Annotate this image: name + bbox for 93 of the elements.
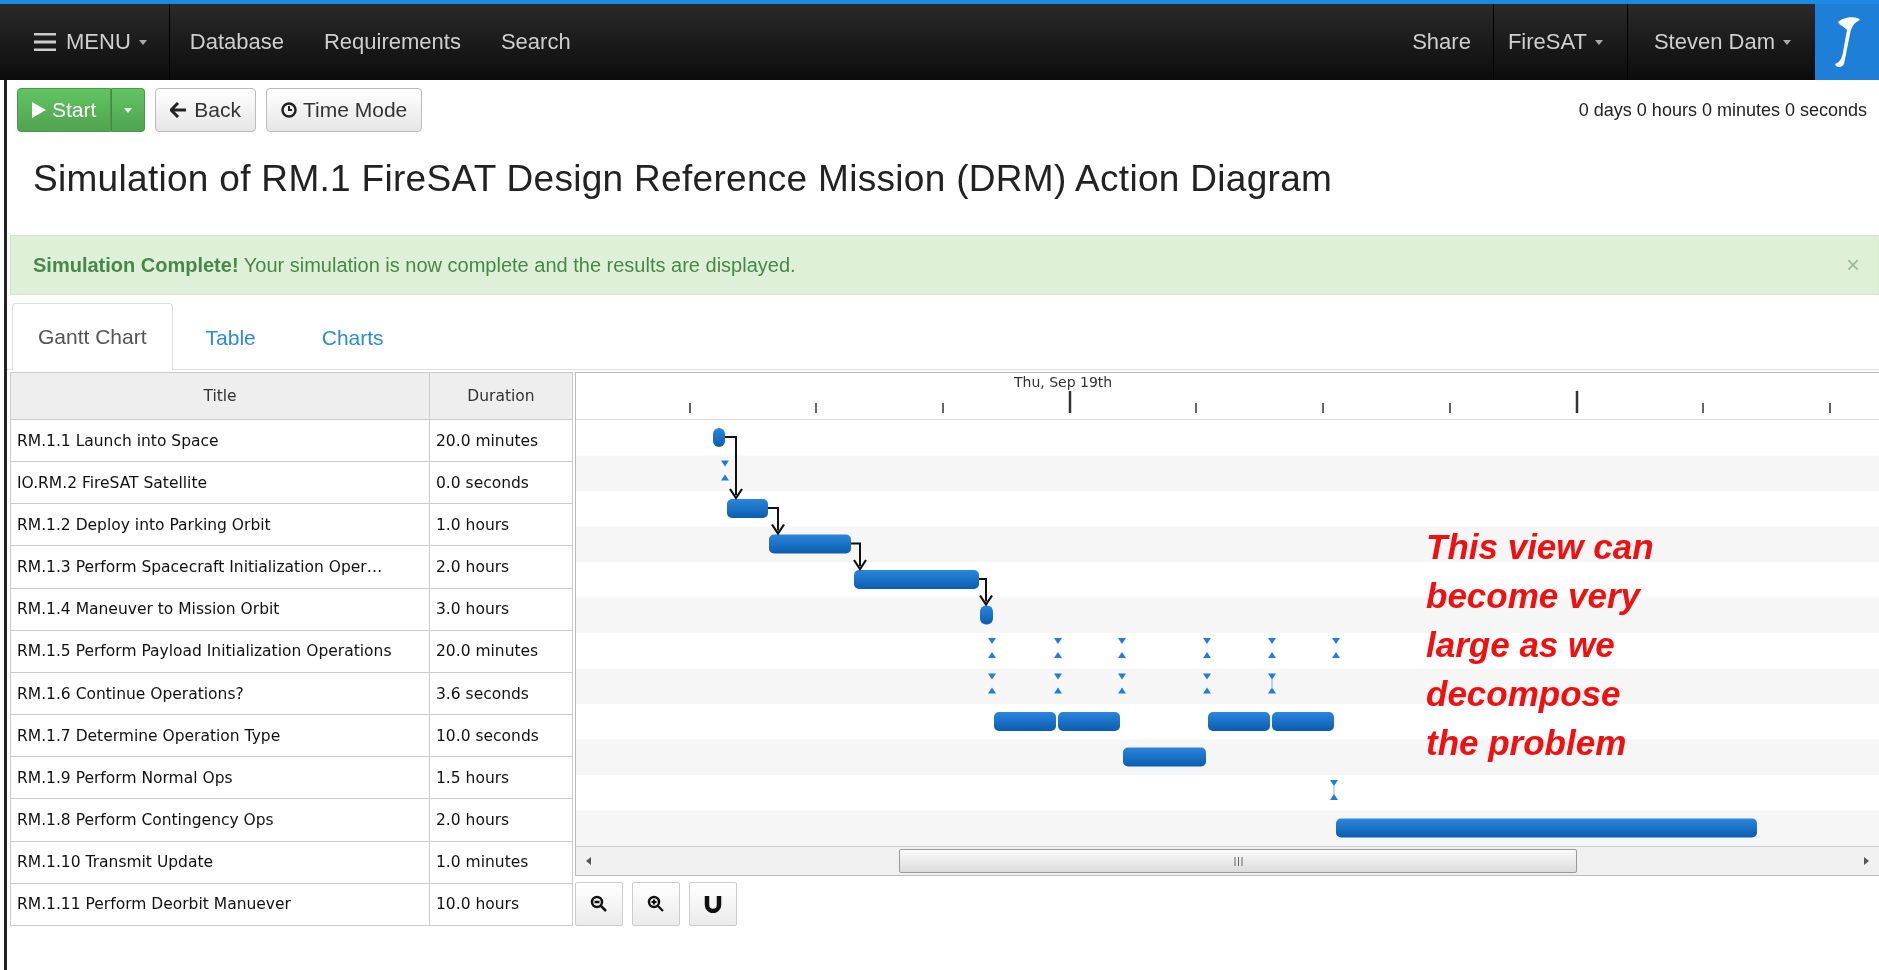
milestone-icon [1268, 673, 1276, 694]
magnifier-icon [590, 895, 608, 913]
tick-mark [1702, 402, 1704, 414]
scroll-left-icon[interactable] [584, 856, 594, 866]
clock-icon [281, 102, 298, 118]
table-cell: 3.0 hours [429, 588, 573, 631]
milestone-icon [721, 460, 729, 481]
table-cell: 10.0 seconds [429, 714, 573, 757]
table-cell: RM.1.5 Perform Payload Initialization Operations [10, 630, 430, 673]
table-cell: 3.6 seconds [429, 672, 573, 715]
tick-mark [1322, 402, 1324, 414]
tick-mark [942, 402, 944, 414]
table-cell: RM.1.11 Perform Deorbit Manuever [10, 883, 430, 926]
annotation-text: This view can become very large as we decompose the problem [1426, 526, 1654, 764]
table-cell: RM.1.7 Determine Operation Type [10, 714, 430, 757]
dependency-arrow [978, 578, 993, 607]
caret-icon [1594, 39, 1603, 45]
table-cell: 10.0 hours [429, 883, 573, 926]
milestone-icon [1054, 638, 1062, 658]
alert-message: Simulation Complete! Your simulation is now complete and the results are displayed. [33, 253, 797, 277]
tab[interactable]: Charts [288, 304, 417, 370]
tick-mark [1449, 402, 1451, 414]
menu-icon [34, 33, 56, 51]
nav-link[interactable]: Search [480, 4, 591, 80]
gantt-bar[interactable] [727, 499, 768, 518]
table-cell: RM.1.1 Launch into Space [10, 419, 430, 462]
user-dropdown[interactable]: Steven Dam [1627, 4, 1815, 80]
nav-link[interactable]: Requirements [303, 4, 481, 80]
caret-icon [124, 107, 133, 113]
tick-mark [1195, 402, 1197, 414]
table-cell: IO.RM.2 FireSAT Satellite [10, 461, 430, 504]
table-cell: RM.1.8 Perform Contingency Ops [10, 798, 430, 842]
gantt-bar[interactable] [994, 712, 1056, 731]
table-cell: 2.0 hours [429, 798, 573, 842]
table-cell: RM.1.4 Maneuver to Mission Orbit [10, 588, 430, 631]
share-link[interactable]: Share [1390, 4, 1493, 80]
magnifier-icon [647, 895, 665, 913]
elapsed-time: 0 days 0 hours 0 minutes 0 seconds [1578, 99, 1867, 121]
milestone-icon [1332, 638, 1340, 658]
scrollbar-thumb[interactable] [899, 849, 1577, 873]
caret-icon [1783, 39, 1791, 45]
tick-mark [815, 402, 817, 414]
tick-mark [689, 402, 691, 414]
dependency-arrow [767, 507, 785, 536]
table-cell: 1.0 hours [429, 503, 573, 546]
project-dropdown[interactable]: FireSAT [1493, 4, 1627, 80]
table-cell: 20.0 minutes [429, 419, 573, 462]
milestone-icon [1203, 673, 1211, 694]
dependency-arrow [850, 542, 867, 571]
milestone-icon [1330, 780, 1338, 800]
gantt-bar[interactable] [1058, 712, 1120, 731]
snap-button[interactable] [689, 882, 737, 926]
column-header[interactable]: Duration [429, 372, 573, 420]
table-cell: RM.1.10 Transmit Update [10, 841, 430, 884]
table-cell: 0.0 seconds [429, 461, 573, 504]
milestone-icon [988, 673, 996, 694]
table-cell: 2.0 hours [429, 545, 573, 589]
back-button[interactable]: Back [155, 88, 257, 132]
tab[interactable]: Table [172, 304, 289, 370]
table-cell: RM.1.3 Perform Spacecraft Initialization Oper… [10, 545, 430, 589]
tick-mark [1068, 391, 1072, 413]
tab[interactable]: Gantt Chart [12, 303, 173, 370]
milestone-icon [1054, 673, 1062, 694]
milestone-icon [1203, 638, 1211, 658]
table-cell: RM.1.2 Deploy into Parking Orbit [10, 503, 430, 546]
arrow-left-icon [170, 102, 187, 118]
milestone-icon [1118, 673, 1126, 694]
milestone-icon [988, 638, 996, 658]
tick-mark [1829, 402, 1831, 414]
zoom-in-button[interactable] [632, 882, 680, 926]
table-cell: 1.0 minutes [429, 841, 573, 884]
column-header[interactable]: Title [10, 372, 430, 420]
table-cell: 1.5 hours [429, 756, 573, 799]
play-icon [32, 102, 46, 118]
tick-mark [1575, 391, 1579, 413]
page-title: Simulation of RM.1 FireSAT Design Reference Mission (DRM) Action Diagram [32, 157, 1334, 201]
nav-link[interactable]: Database [169, 4, 304, 80]
scroll-right-icon[interactable] [1861, 856, 1871, 866]
milestone-icon [1268, 638, 1276, 658]
table-cell: RM.1.6 Continue Operations? [10, 672, 430, 715]
table-cell: 20.0 minutes [429, 630, 573, 673]
dropdown-button[interactable] [111, 88, 146, 132]
time-mode-button[interactable]: Time Mode [266, 88, 423, 132]
magnet-icon [704, 895, 722, 913]
menu-button[interactable]: MENU [0, 4, 169, 80]
table-cell: RM.1.9 Perform Normal Ops [10, 756, 430, 799]
caret-icon [138, 39, 147, 45]
gantt-bar[interactable] [713, 428, 725, 447]
logo-icon[interactable] [1815, 4, 1879, 80]
dependency-arrow [724, 436, 743, 500]
zoom-out-button[interactable] [575, 882, 623, 926]
milestone-icon [1118, 638, 1126, 658]
date-label: Thu, Sep 19th [1014, 374, 1113, 390]
